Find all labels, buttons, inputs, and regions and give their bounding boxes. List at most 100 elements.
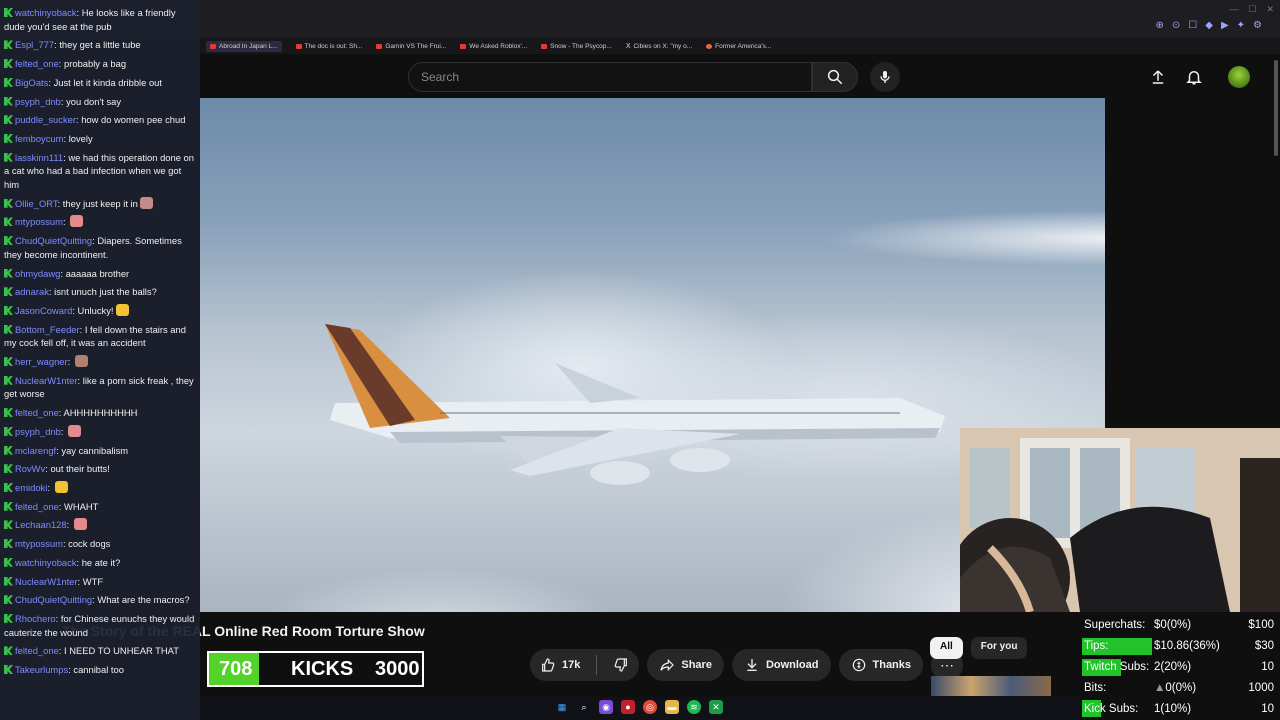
zoom-icon[interactable]: ⊕ [1155,20,1163,31]
chat-username[interactable]: ChudQuietQuitting [15,594,92,605]
folder-icon[interactable]: ▬ [665,700,679,714]
stat-label: Superchats: [1084,619,1146,632]
dislike-button[interactable] [603,649,639,681]
chat-username[interactable]: herr_wagner [15,356,68,367]
discord-icon[interactable]: ◉ [599,700,613,714]
chat-message: Ollie_ORT: they just keep it in [0,196,200,211]
chat-username[interactable]: adnarak [15,286,49,297]
chat-message: RovWv: out their butts! [0,462,200,476]
emote-icon [115,303,129,316]
notifications-button[interactable] [1183,66,1205,88]
stat-value: $10.86(36%) [1154,640,1220,653]
chat-username[interactable]: watchinyoback [15,7,77,18]
bookmark-icon[interactable]: ☐ [1188,20,1197,31]
chip-for-you[interactable]: For you [970,637,1028,659]
chat-username[interactable]: NuclearW1nter [15,576,78,587]
bookmark-item[interactable]: We Asked Roblox'... [460,43,527,50]
chat-username[interactable]: felted_one [15,407,59,418]
settings-icon[interactable]: ⚙ [1253,20,1262,31]
chat-username[interactable]: psyph_dnb [15,96,61,107]
chat-username[interactable]: watchinyoback [15,557,77,568]
kick-badge-icon [4,357,13,367]
minimize-icon[interactable]: — [1229,4,1238,15]
chat-message: psyph_dnb: you don't say [0,95,200,109]
search-icon[interactable]: ⌕ [577,700,591,714]
chat-username[interactable]: Takeurlumps [15,664,68,675]
chat-message: Takeurlumps: cannibal too [0,663,200,677]
search-icon[interactable]: ⊙ [1172,20,1180,31]
chat-username[interactable]: mtypossum [15,216,63,227]
stat-goal: 1000 [1248,681,1274,694]
chat-username[interactable]: NuclearW1nter [15,375,78,386]
chat-text: he ate it? [81,556,121,568]
bookmark-item[interactable]: The doc is out: Sh... [295,43,362,50]
bookmark-item[interactable]: Former America's... [706,43,771,50]
window-controls[interactable]: — ☐ ✕ [1229,4,1274,15]
kicks-current: 708 [219,657,253,680]
search-button[interactable] [812,62,858,92]
chat-username[interactable]: ChudQuietQuitting [15,235,92,246]
chat-username[interactable]: felted_one [15,645,59,656]
chat-username[interactable]: puddle_sucker [15,114,76,125]
maximize-icon[interactable]: ☐ [1248,4,1256,15]
extension-icons[interactable]: ⊕ ⊙ ☐ ◆ ▶ ✦ ⚙ [1155,20,1262,31]
chat-username[interactable]: JasonCoward [15,305,72,316]
chat-username[interactable]: lasskinn111 [15,152,63,163]
download-button[interactable]: Download [731,649,831,681]
thanks-button[interactable]: Thanks [838,649,924,681]
chat-message: ChudQuietQuitting: Diapers. Sometimes th… [4,235,182,260]
stat-label: Tips: [1084,640,1109,653]
extension-icon[interactable]: ✦ [1237,20,1245,31]
chat-username[interactable]: psyph_dnb [15,426,61,437]
shield-icon[interactable]: ◆ [1205,20,1213,31]
app-icon[interactable]: ● [621,700,635,714]
chat-text: yay cannibalism [61,444,129,456]
kick-badge-icon [4,287,13,297]
recommended-video-thumbnail[interactable] [931,676,1051,696]
chat-message: Bottom_Feeder: I fell down the stairs an… [4,323,186,349]
windows-taskbar: ▦ ⌕ ◉ ● ◎ ▬ ≋ ✕ [200,697,1080,720]
kick-badge-icon [4,482,13,492]
chat-username[interactable]: emidoki [15,482,47,493]
chat-message: watchinyoback: he ate it? [0,556,200,570]
chat-username[interactable]: Rhochero [15,613,56,624]
chat-text: how do women pee chud [81,114,186,126]
avatar[interactable] [1228,66,1250,88]
chat-username[interactable]: felted_one [15,501,59,512]
search-input[interactable]: Search [408,62,812,92]
bookmark-item[interactable]: Gamin VS The Frui... [376,43,446,50]
chat-username[interactable]: Espl_777 [15,39,54,50]
xbox-icon[interactable]: ✕ [709,700,723,714]
chat-username[interactable]: Bottom_Feeder [15,324,80,335]
close-icon[interactable]: ✕ [1266,4,1274,15]
divider [596,655,598,675]
kick-badge-icon [4,133,13,143]
bookmark-item[interactable]: X Cibies on X: "my o... [626,43,692,50]
play-icon[interactable]: ▶ [1221,20,1229,31]
chat-username[interactable]: Ollie_ORT [15,198,58,209]
chat-text: I NEED TO UNHEAR THAT [64,645,179,657]
chip-all[interactable]: All [930,637,963,659]
like-button[interactable]: 17k [530,649,590,681]
bookmark-item[interactable]: Abroad In Japan L... [206,40,282,52]
page-scrollbar[interactable] [1274,60,1278,156]
voice-search-button[interactable] [870,62,900,92]
chat-username[interactable]: felted_one [15,58,59,69]
stat-row-kick-subs: Kick Subs: 1(10%) 10 [1078,698,1280,719]
chat-username[interactable]: mclarengf [15,445,56,456]
chat-username[interactable]: femboycum [15,133,63,144]
bookmark-item[interactable]: Snow - The Psycop... [541,43,612,50]
chat-username[interactable]: RovWv [15,463,45,474]
bookmarks-bar: Abroad In Japan L... The doc is out: Sh.… [200,38,1280,54]
chat-username[interactable]: ohmydawg [15,268,60,279]
spotify-icon[interactable]: ≋ [687,700,701,714]
chat-username[interactable]: mtypossum [15,538,63,549]
chat-username[interactable]: Lechaan128 [15,519,67,530]
chat-message: mtypossum: cock dogs [0,537,200,551]
thumbs-up-icon [542,658,555,672]
chat-username[interactable]: BigOats [15,77,48,88]
upload-button[interactable] [1147,66,1169,88]
windows-start-icon[interactable]: ▦ [555,700,569,714]
chrome-icon[interactable]: ◎ [643,700,657,714]
share-button[interactable]: Share [647,649,724,681]
